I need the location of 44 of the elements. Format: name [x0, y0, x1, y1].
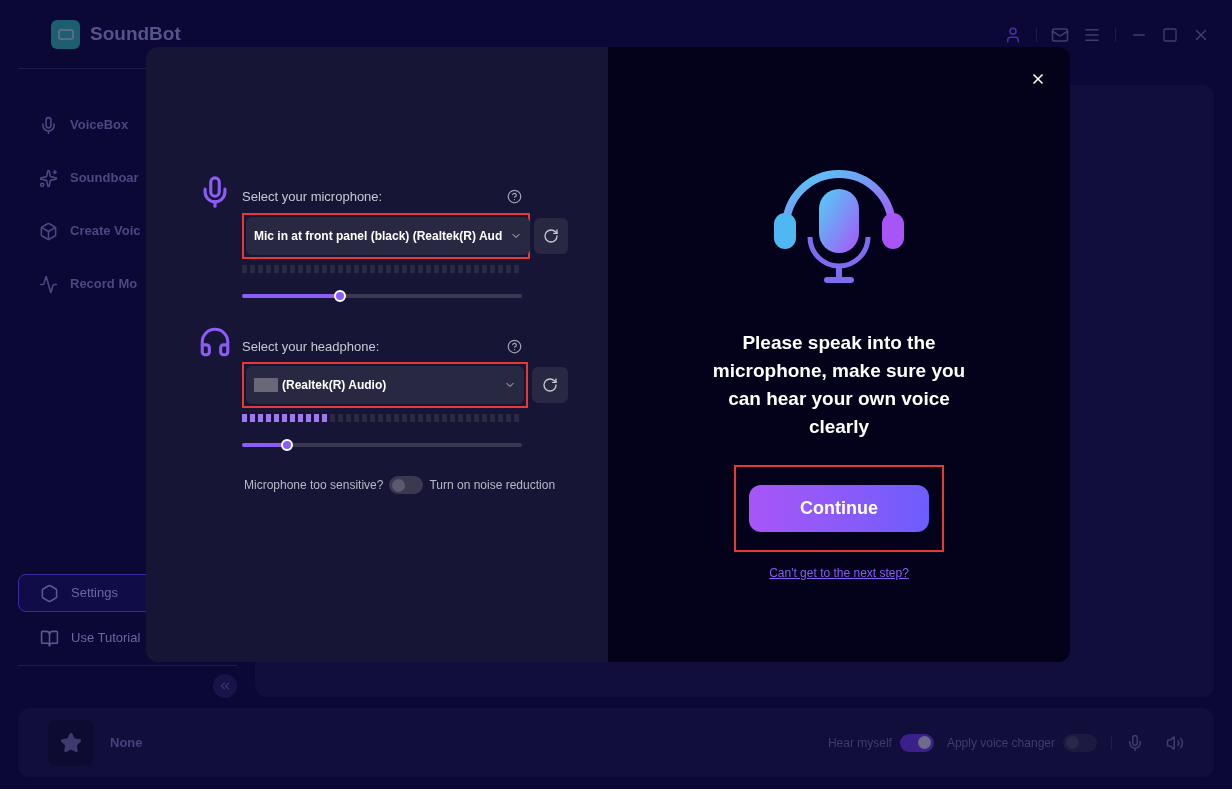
help-icon[interactable] — [507, 189, 522, 205]
microphone-icon — [39, 115, 58, 135]
double-chevron-icon — [218, 679, 232, 693]
volume-slider[interactable] — [242, 288, 522, 303]
help-link[interactable]: Can't get to the next step? — [769, 564, 909, 582]
volume-slider[interactable] — [242, 438, 522, 452]
device-dropdown[interactable]: (Realtek(R) Audio) — [242, 362, 529, 408]
hear-myself-toggle[interactable] — [899, 733, 934, 752]
close-icon[interactable] — [1030, 71, 1046, 87]
sparkle-icon — [39, 168, 58, 188]
redacted-block — [254, 378, 278, 392]
voice-name: None — [110, 733, 143, 752]
device-name: (Realtek(R) Audio) — [282, 377, 387, 394]
instruction-text: Please speak into the microphone, make sure you can hear your own voice clearly — [711, 331, 967, 439]
sidebar-item[interactable]: Use Tutorial — [18, 619, 237, 657]
speaker-icon[interactable] — [1166, 733, 1184, 752]
refresh-button[interactable] — [534, 217, 568, 254]
collapse-button[interactable] — [213, 674, 237, 698]
book-icon — [40, 628, 59, 648]
device-name: Mic in at front panel (black) (Realtek(R) Aud — [254, 227, 503, 245]
waveform-icon — [39, 274, 58, 294]
device-label: Select your headphone: — [242, 337, 380, 356]
maximize-icon[interactable] — [1162, 26, 1178, 43]
sidebar-item[interactable]: Soundboar — [18, 162, 237, 194]
noise-question: Microphone too sensitive? — [244, 477, 384, 494]
mail-icon[interactable] — [1051, 25, 1069, 44]
settings-icon — [40, 583, 59, 603]
app-title: SoundBot — [90, 21, 181, 46]
microphone-icon[interactable] — [1126, 733, 1144, 752]
cube-icon — [39, 221, 58, 241]
refresh-icon — [543, 227, 559, 244]
device-dropdown[interactable]: Mic in at front panel (black) (Realtek(R) Aud — [242, 212, 530, 259]
user-icon[interactable] — [1004, 25, 1022, 44]
continue-button[interactable]: Continue — [749, 485, 929, 532]
device-label: Select your microphone: — [242, 188, 383, 206]
sidebar-item[interactable]: Record Mo — [18, 268, 237, 300]
sidebar-item[interactable]: Create Voic — [18, 215, 237, 247]
refresh-icon — [542, 377, 559, 393]
help-icon[interactable] — [507, 338, 522, 354]
sidebar-item[interactable]: VoiceBox — [18, 109, 237, 141]
noise-label: Turn on noise reduction — [429, 477, 556, 494]
voice-changer-toggle[interactable] — [1063, 733, 1097, 752]
refresh-button[interactable] — [532, 367, 568, 403]
noise-reduction-toggle[interactable] — [389, 476, 424, 494]
